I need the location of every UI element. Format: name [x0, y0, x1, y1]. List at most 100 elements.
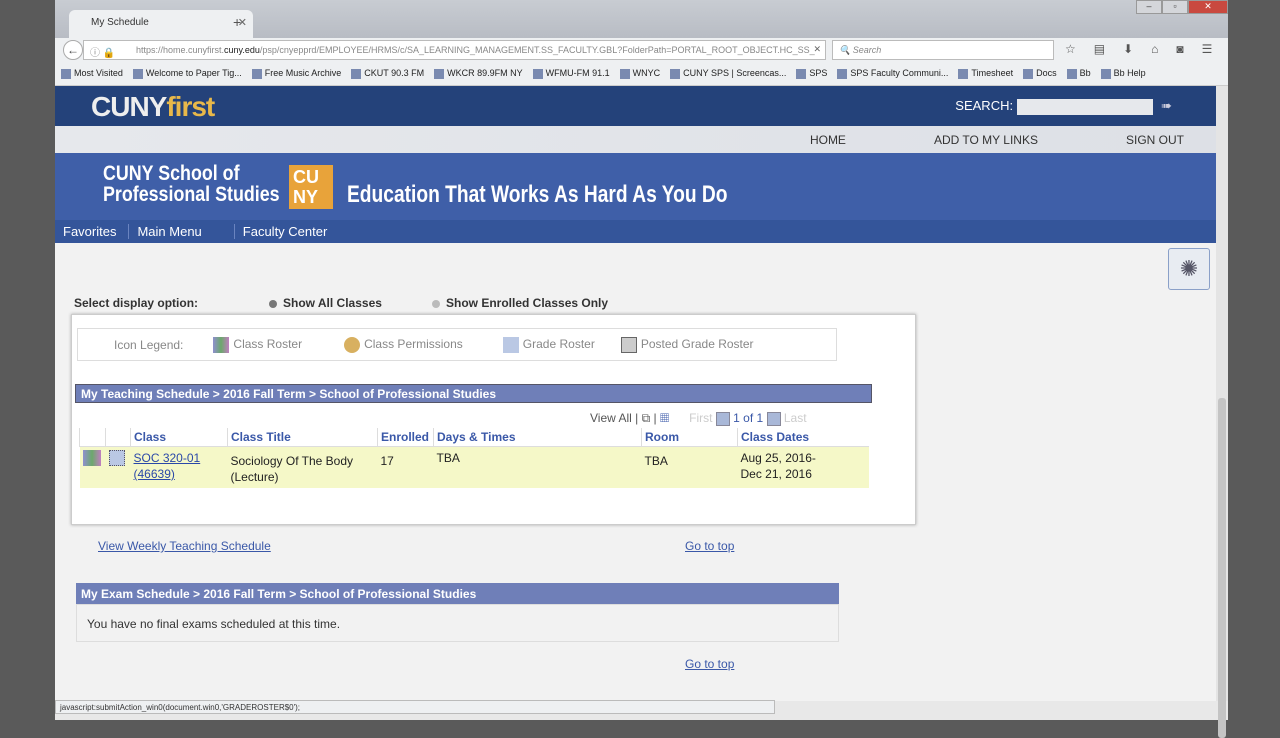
search-placeholder: Search — [852, 45, 882, 55]
school-name-2: Professional Studies — [103, 183, 280, 206]
days-times-cell: TBA — [433, 446, 642, 488]
bookmark-item[interactable]: Timesheet — [958, 68, 1013, 79]
bookmark-icon — [251, 68, 262, 79]
col-class-title[interactable]: Class Title — [227, 428, 378, 447]
legend-class-roster: Class Roster — [213, 336, 302, 353]
class-title-cell: Sociology Of The Body (Lecture) — [227, 446, 378, 488]
next-icon[interactable] — [766, 411, 781, 426]
bookmarks-bar: Most Visited Welcome to Paper Tig... Free … — [55, 62, 1228, 86]
go-to-top-link[interactable]: Go to top — [685, 539, 734, 553]
menu-faculty-center[interactable]: Faculty Center — [235, 224, 340, 239]
bookmark-item[interactable]: Free Music Archive — [251, 68, 341, 79]
bookmark-icon — [1066, 68, 1077, 79]
search-input[interactable]: 🔍 Search — [832, 40, 1054, 60]
bookmark-item[interactable]: CUNY SPS | Screencas... — [670, 68, 786, 79]
bookmark-item[interactable]: Most Visited — [61, 68, 123, 79]
view-weekly-schedule-link[interactable]: View Weekly Teaching Schedule — [98, 539, 271, 553]
bookmark-item[interactable]: Docs — [1023, 68, 1057, 79]
search-label: SEARCH: — [955, 98, 1014, 113]
home-link[interactable]: HOME — [778, 133, 878, 147]
home-icon[interactable]: ⌂ — [1151, 42, 1158, 56]
bookmark-item[interactable]: SPS Faculty Communi... — [837, 68, 948, 79]
page-content: CUNYfirst SEARCH: ➠ HOME ADD TO MY LINKS … — [55, 86, 1216, 701]
table-row: SOC 320-01 (46639) Sociology Of The Body(… — [79, 446, 869, 488]
menu-favorites[interactable]: Favorites — [55, 224, 130, 239]
bookmark-icon — [1100, 68, 1111, 79]
bookmark-item[interactable]: Bb Help — [1100, 68, 1146, 79]
class-roster-icon — [213, 336, 230, 353]
title-bar: My Schedule ✕ + – ▫ ✕ — [55, 0, 1228, 38]
icon-legend: Icon Legend: Class Roster Class Permissi… — [77, 328, 837, 361]
legend-class-permissions: Class Permissions — [344, 336, 463, 353]
col-class[interactable]: Class — [130, 428, 228, 447]
bookmark-item[interactable]: SPS — [796, 68, 827, 79]
bookmark-icon — [837, 68, 848, 79]
page-count: 1 of 1 — [733, 411, 764, 425]
header-search-input[interactable] — [1017, 98, 1154, 115]
url-domain: cuny.edu — [224, 45, 260, 55]
col-enrolled[interactable]: Enrolled — [377, 428, 434, 447]
show-enrolled-radio[interactable]: Show Enrolled Classes Only — [432, 296, 608, 310]
col-days-times[interactable]: Days & Times — [433, 428, 642, 447]
maximize-button[interactable]: ▫ — [1162, 0, 1188, 14]
url-bar[interactable]: ⓘ 🔒 https://home.cunyfirst.cuny.edu/psp/c… — [83, 40, 826, 60]
teaching-table: Class Class Title Enrolled Days & Times … — [79, 428, 869, 488]
minimize-button[interactable]: – — [1136, 0, 1162, 14]
bookmark-icon — [434, 68, 445, 79]
school-name-1: CUNY School of — [103, 162, 240, 185]
star-icon[interactable]: ☆ — [1065, 42, 1076, 56]
bookmark-icon — [1023, 68, 1034, 79]
search-go-icon[interactable]: ➠ — [1161, 98, 1172, 113]
view-all-link[interactable]: View All — [590, 411, 632, 425]
cunyfirst-header: CUNYfirst SEARCH: ➠ — [55, 86, 1216, 126]
menu-icon[interactable]: ☰ — [1202, 42, 1213, 56]
bookmark-icon — [619, 68, 630, 79]
legend-grade-roster: Grade Roster — [502, 336, 595, 353]
col-class-dates[interactable]: Class Dates — [737, 428, 869, 447]
bookmark-item[interactable]: WNYC — [619, 68, 660, 79]
table-header: Class Class Title Enrolled Days & Times … — [79, 428, 869, 447]
zoom-icon[interactable]: ⧉ — [642, 411, 651, 425]
main-menu: Favorites Main Menu Faculty Center — [55, 220, 1216, 243]
tagline: Education That Works As Hard As You Do — [347, 181, 728, 208]
back-icon[interactable]: ← — [63, 40, 83, 60]
clear-url-icon[interactable]: ✕ — [813, 44, 821, 55]
bookmark-item[interactable]: CKUT 90.3 FM — [351, 68, 424, 79]
menu-main-menu[interactable]: Main Menu — [129, 224, 235, 239]
exam-schedule-header: My Exam Schedule > 2016 Fall Term > Scho… — [76, 583, 839, 604]
exam-message: You have no final exams scheduled at thi… — [76, 604, 839, 642]
close-window-button[interactable]: ✕ — [1188, 0, 1228, 14]
class-link[interactable]: SOC 320-01 (46639) — [134, 451, 201, 481]
col-room[interactable]: Room — [641, 428, 738, 447]
page-scrollbar[interactable] — [1216, 86, 1228, 738]
browser-window: My Schedule ✕ + – ▫ ✕ ← ⓘ 🔒 https://home.cun… — [55, 0, 1228, 738]
bookmark-item[interactable]: WKCR 89.9FM NY — [434, 68, 523, 79]
add-to-my-links[interactable]: ADD TO MY LINKS — [878, 133, 1094, 147]
reading-list-icon[interactable]: ▤ — [1094, 42, 1105, 56]
bookmark-item[interactable]: Welcome to Paper Tig... — [132, 68, 242, 79]
tab-title: My Schedule — [91, 17, 149, 28]
cunyfirst-logo[interactable]: CUNYfirst — [91, 91, 215, 123]
prev-icon[interactable] — [715, 411, 730, 426]
download-icon[interactable]: ⬇ — [1123, 42, 1133, 56]
teaching-schedule-header: My Teaching Schedule > 2016 Fall Term > … — [75, 384, 872, 403]
pocket-icon[interactable]: ◙ — [1176, 42, 1183, 56]
bookmark-icon — [958, 68, 969, 79]
bookmark-item[interactable]: WFMU-FM 91.1 — [532, 68, 610, 79]
bookmark-icon — [61, 68, 71, 79]
show-all-radio[interactable]: Show All Classes — [269, 296, 432, 310]
grade-roster-icon[interactable] — [108, 450, 125, 466]
download-grid-icon[interactable]: ▦ — [660, 411, 669, 425]
enrolled-cell: 17 — [377, 446, 434, 488]
tab-my-schedule[interactable]: My Schedule ✕ — [69, 10, 253, 38]
new-tab-icon[interactable]: + — [233, 14, 241, 30]
bookmark-item[interactable]: Bb — [1066, 68, 1091, 79]
legend-posted-grade-roster: Posted Grade Roster — [620, 336, 754, 353]
go-to-top-link-2[interactable]: Go to top — [685, 657, 734, 671]
bookmark-icon — [132, 68, 143, 79]
class-roster-icon[interactable] — [82, 450, 101, 466]
sign-out-link[interactable]: SIGN OUT — [1094, 133, 1216, 147]
grid-navigation: View All | ⧉ | ▦ First 1 of 1 Last — [590, 411, 807, 426]
first-link: First — [689, 411, 713, 425]
display-options: Select display option: Show All Classes … — [74, 296, 608, 310]
